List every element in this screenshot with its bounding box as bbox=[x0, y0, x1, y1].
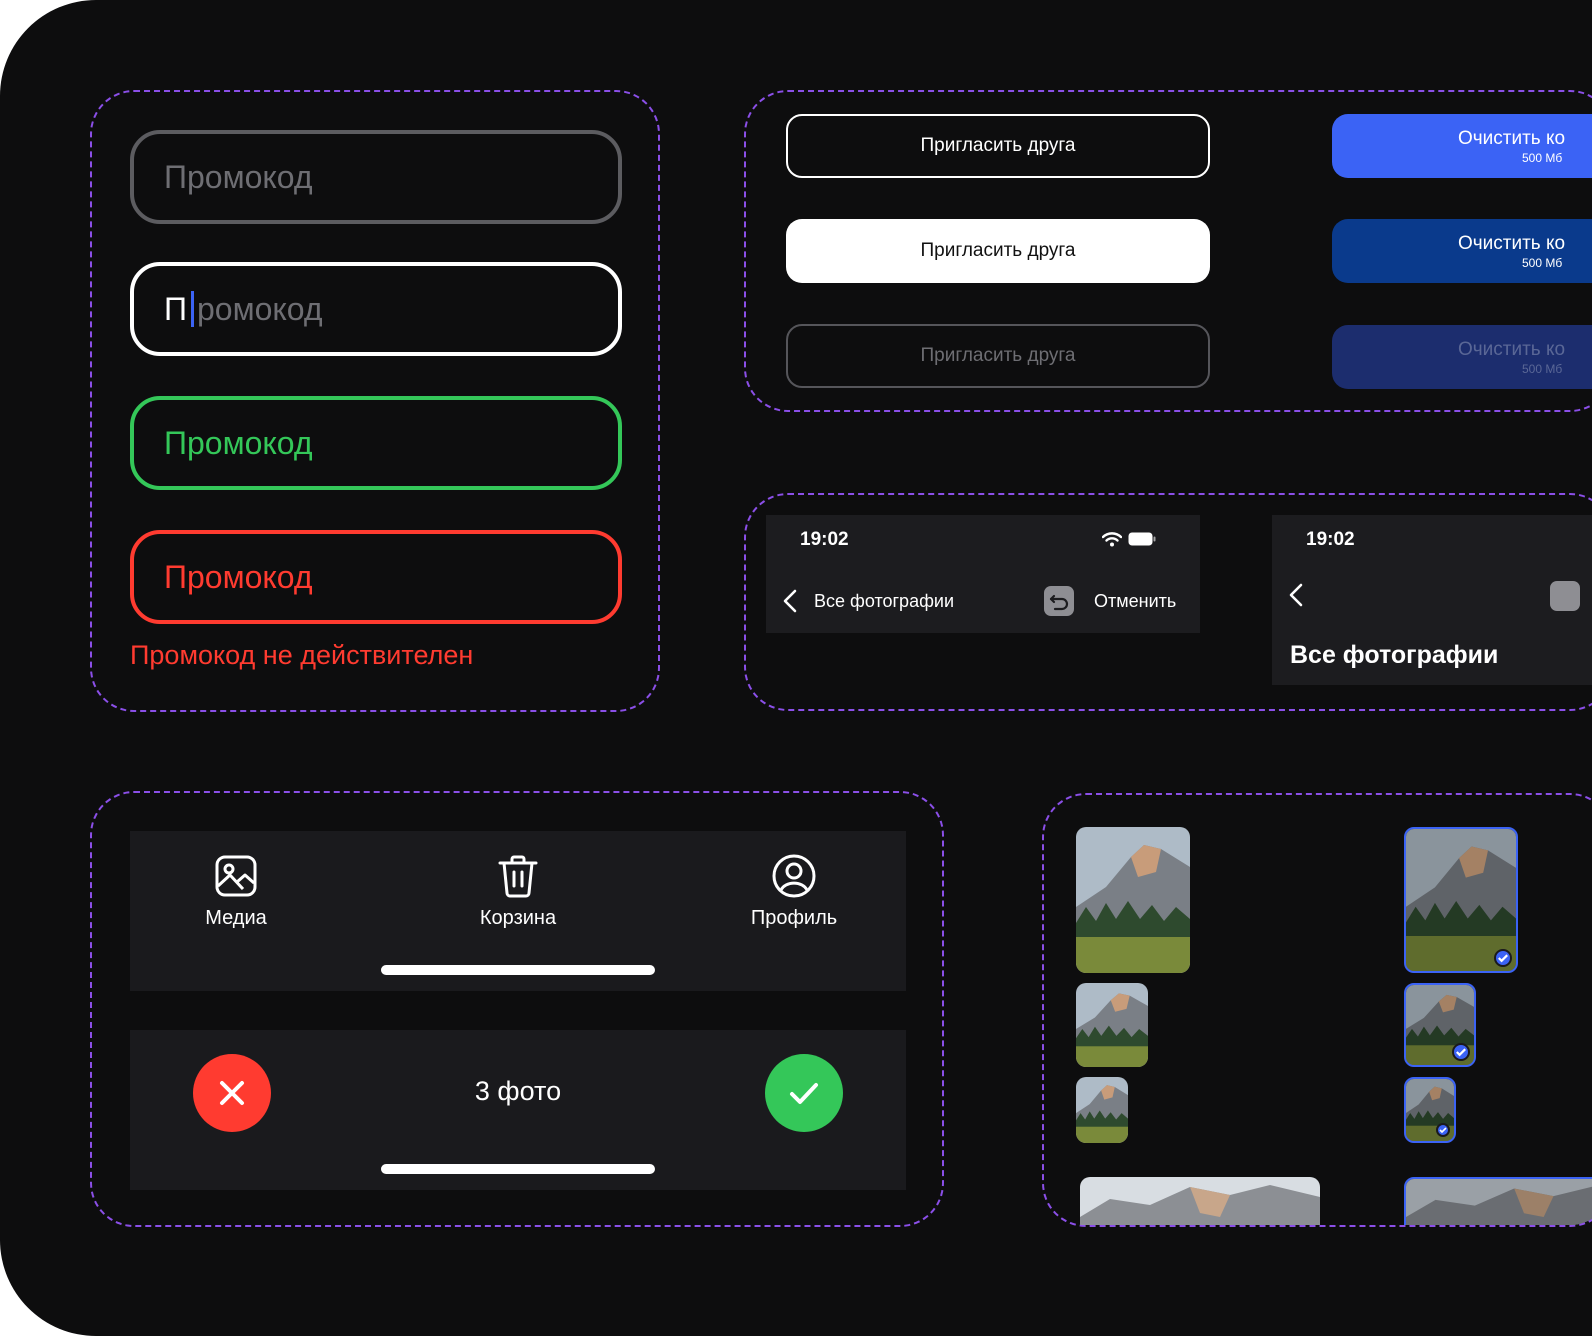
selected-check-icon bbox=[1436, 1123, 1450, 1137]
undo-icon[interactable] bbox=[1550, 581, 1580, 611]
photo-thumbnail-small-selected[interactable] bbox=[1404, 1077, 1456, 1143]
clear-button-label: Очистить ко bbox=[1458, 127, 1566, 149]
navbar-large: 19:02 Все фотографии bbox=[1272, 515, 1592, 685]
buttons-group: Пригласить друга Пригласить друга Пригла… bbox=[744, 90, 1592, 412]
wifi-icon bbox=[1101, 531, 1123, 547]
clear-button-primary[interactable]: Очистить ко 500 Мб bbox=[1332, 114, 1592, 178]
clear-button-size: 500 Мб bbox=[1522, 150, 1563, 165]
invite-button-filled[interactable]: Пригласить друга bbox=[786, 219, 1210, 283]
status-time: 19:02 bbox=[800, 529, 849, 550]
back-chevron-icon[interactable] bbox=[1288, 583, 1304, 607]
photo-thumbnail-medium-selected[interactable] bbox=[1404, 983, 1476, 1067]
selection-action-bar: 3 фото bbox=[130, 1030, 906, 1190]
selected-check-icon bbox=[1494, 949, 1512, 967]
photo-thumbnail-medium[interactable] bbox=[1076, 983, 1148, 1067]
promo-input-success[interactable]: Промокод bbox=[130, 396, 622, 490]
canvas: Промокод Промокод Промокод Промокод Пром… bbox=[0, 0, 1592, 1336]
tab-label: Медиа bbox=[205, 907, 267, 929]
promo-input-placeholder: Промокод bbox=[164, 158, 313, 195]
clear-button-size: 500 Мб bbox=[1522, 255, 1563, 270]
invite-button-disabled[interactable]: Пригласить друга bbox=[786, 324, 1210, 388]
navbar-compact: 19:02 Все фотографии Отменить bbox=[766, 515, 1200, 633]
undo-icon[interactable] bbox=[1044, 586, 1074, 616]
status-time: 19:02 bbox=[1306, 529, 1355, 550]
photo-thumbnail-wide[interactable] bbox=[1080, 1177, 1320, 1225]
back-chevron-icon[interactable] bbox=[782, 589, 798, 613]
clear-button-size: 500 Мб bbox=[1522, 361, 1563, 376]
photo-thumbnail-small[interactable] bbox=[1076, 1077, 1128, 1143]
promo-error-message: Промокод не действителен bbox=[130, 640, 474, 670]
promo-input-default[interactable]: Промокод bbox=[130, 130, 622, 224]
check-icon bbox=[790, 1083, 818, 1104]
close-icon bbox=[220, 1081, 244, 1105]
cancel-button[interactable]: Отменить bbox=[1094, 591, 1176, 612]
photo-thumbnails-group bbox=[1042, 793, 1592, 1227]
tab-media[interactable]: Медиа bbox=[156, 853, 316, 930]
invite-button-outline[interactable]: Пригласить друга bbox=[786, 114, 1210, 178]
navbars-group: 19:02 Все фотографии Отменить 19:02 Все … bbox=[744, 493, 1592, 711]
promo-input-error-text: Промокод bbox=[164, 558, 313, 595]
tab-bar: Медиа Корзина Профиль bbox=[130, 831, 906, 991]
trash-icon bbox=[495, 853, 541, 899]
battery-icon bbox=[1128, 532, 1156, 546]
navbar-large-title: Все фотографии bbox=[1290, 641, 1499, 669]
promo-input-typed: П bbox=[164, 290, 187, 327]
tab-profile[interactable]: Профиль bbox=[714, 853, 874, 930]
tab-label: Корзина bbox=[479, 907, 557, 929]
photo-thumbnail-wide-selected[interactable] bbox=[1404, 1177, 1592, 1225]
home-indicator bbox=[381, 965, 655, 975]
selection-count: 3 фото bbox=[474, 1076, 562, 1106]
promo-input-remainder: ромокод bbox=[197, 290, 323, 327]
promo-input-success-text: Промокод bbox=[164, 424, 313, 461]
tab-label: Профиль bbox=[750, 907, 838, 929]
tab-trash[interactable]: Корзина bbox=[438, 853, 598, 930]
navbar-back-title[interactable]: Все фотографии bbox=[814, 591, 954, 612]
photo-thumbnail-large-selected[interactable] bbox=[1404, 827, 1518, 973]
clear-button-disabled[interactable]: Очистить ко 500 Мб bbox=[1332, 325, 1592, 389]
media-icon bbox=[213, 853, 259, 899]
home-indicator bbox=[381, 1164, 655, 1174]
photo-thumbnail-large[interactable] bbox=[1076, 827, 1190, 973]
promo-input-error[interactable]: Промокод bbox=[130, 530, 622, 624]
clear-button-label: Очистить ко bbox=[1458, 232, 1566, 254]
text-caret bbox=[191, 291, 194, 327]
selected-check-icon bbox=[1452, 1043, 1470, 1061]
confirm-button[interactable] bbox=[765, 1054, 843, 1132]
input-states-group: Промокод Промокод Промокод Промокод Пром… bbox=[90, 90, 660, 712]
clear-button-pressed[interactable]: Очистить ко 500 Мб bbox=[1332, 219, 1592, 283]
bottom-bars-group: Медиа Корзина Профиль 3 фото bbox=[90, 791, 944, 1227]
reject-button[interactable] bbox=[193, 1054, 271, 1132]
clear-button-label: Очистить ко bbox=[1458, 338, 1566, 360]
profile-icon bbox=[771, 853, 817, 899]
promo-input-focused[interactable]: Промокод bbox=[130, 262, 622, 356]
